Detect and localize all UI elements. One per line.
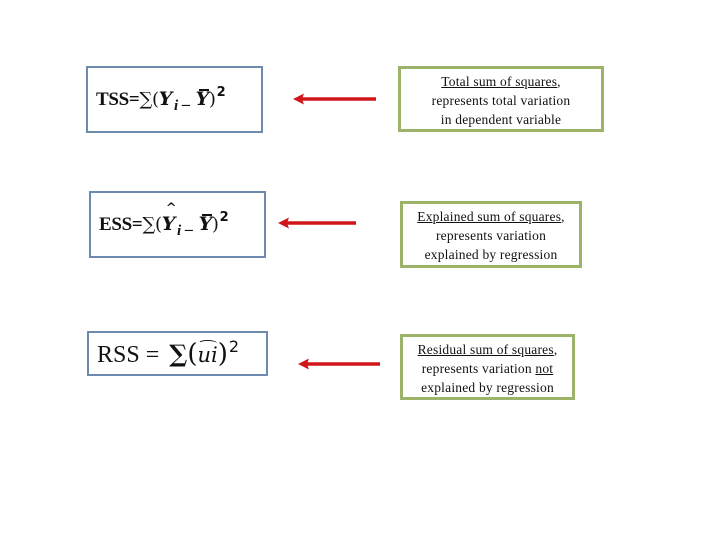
rss-description-line2-prefix: represents variation [421,361,536,376]
ess-description-box: Explained sum of squares, represents var… [400,201,582,268]
close-paren: ) [208,89,216,110]
sum-symbol: ∑ [142,214,155,235]
rss-label: RSS = [97,341,166,368]
rss-formula: RSS = ∑(ui)2 [89,336,240,369]
tss-formula: TSS=∑(Y i – Y)2 [88,85,226,114]
close-paren: ) [211,214,219,235]
tss-description-line3: in dependent variable [440,112,562,127]
comma: , [557,74,561,89]
y-hat-term: Y [162,201,177,235]
tss-description-title-line: Total sum of squares, [401,72,601,91]
exponent: 2 [216,85,226,100]
rss-description-box: Residual sum of squares, represents vari… [400,334,575,400]
open-paren: ( [155,214,162,235]
ess-description-title: Explained sum of squares [417,209,562,224]
rss-description-line3: explained by regression [421,380,554,395]
sum-symbol: ∑ [139,89,152,110]
subscript-i: i [177,223,181,239]
left-arrow-icon [293,93,376,105]
residual-term: ui [197,339,218,367]
y-bar-term: Y [195,88,210,110]
minus-sign: – [184,221,193,238]
minus-sign: – [181,96,190,113]
rss-description-title-line: Residual sum of squares, [403,340,572,359]
exponent: 2 [219,210,229,225]
exponent: 2 [228,336,240,356]
open-paren: ( [187,338,198,369]
y-bar-term: Y [198,213,213,235]
comma: , [561,209,565,224]
sum-symbol: ∑ [169,338,188,368]
ess-label: ESS= [99,214,143,235]
ess-description-line3: explained by regression [424,247,558,262]
left-arrow-icon [278,217,356,229]
ess-formula-box: ESS=∑(Yi–Y)2 [89,191,266,258]
rss-description-line2: represents variation not [403,359,572,378]
rss-formula-box: RSS = ∑(ui)2 [87,331,268,376]
ess-formula: ESS=∑(Yi–Y)2 [91,201,229,239]
tss-description-line2: represents total variation [431,93,571,108]
tss-description-title: Total sum of squares [441,74,558,89]
y-term: Y [158,88,173,110]
close-paren: ) [217,338,228,369]
open-paren: ( [152,89,159,110]
ess-description-line2: represents variation [435,228,547,243]
comma: , [553,342,558,357]
subscript-i: i [174,98,178,114]
rss-description-emphasis: not [535,361,554,376]
ess-description-title-line: Explained sum of squares, [403,207,579,226]
left-arrow-icon [298,358,380,370]
tss-label: TSS= [96,89,140,110]
tss-formula-box: TSS=∑(Y i – Y)2 [86,66,263,133]
rss-description-title: Residual sum of squares [417,342,554,357]
tss-description-box: Total sum of squares, represents total v… [398,66,604,132]
